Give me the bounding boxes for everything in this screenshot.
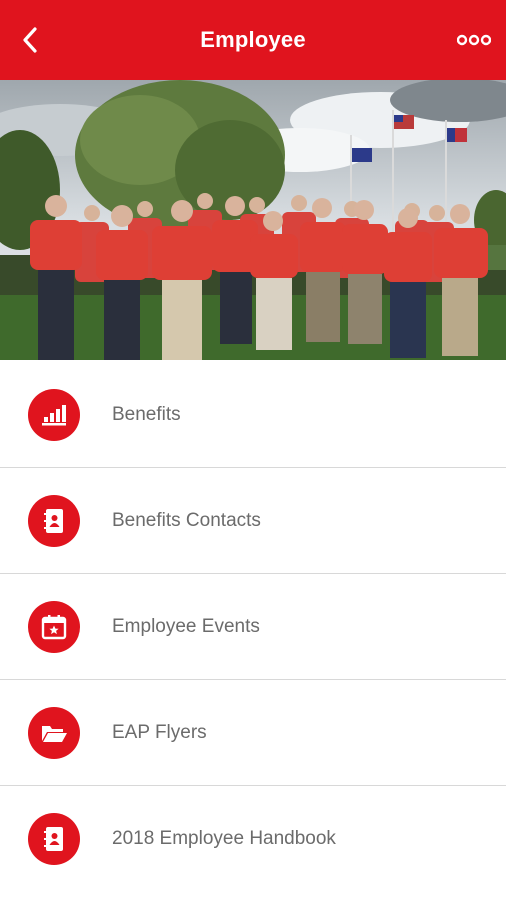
menu-item-label: Benefits Contacts [112, 509, 261, 531]
folder-open-icon [28, 706, 80, 759]
calendar-star-icon [28, 600, 80, 653]
chevron-left-icon [23, 27, 37, 53]
menu-item-label: 2018 Employee Handbook [112, 828, 336, 849]
menu-item-label: Benefits [112, 403, 181, 425]
menu-item-benefits-contacts[interactable]: Benefits Contacts [0, 468, 506, 574]
chart-bars-icon [28, 388, 80, 441]
more-dots-icon [457, 34, 491, 46]
contact-book-icon [28, 813, 80, 865]
page-title: Employee [200, 27, 306, 52]
employee-menu: Benefits Benefits Contacts Employee Even… [0, 362, 506, 892]
hero-photo [0, 80, 506, 360]
contact-book-icon [28, 494, 80, 547]
menu-item-employee-events[interactable]: Employee Events [0, 574, 506, 680]
menu-item-eap-flyers[interactable]: EAP Flyers [0, 680, 506, 786]
menu-item-label: EAP Flyers [112, 721, 207, 743]
back-button[interactable] [14, 24, 46, 56]
group-photo [0, 80, 506, 360]
more-options-button[interactable] [456, 28, 492, 52]
menu-item-employee-handbook[interactable]: 2018 Employee Handbook [0, 786, 506, 892]
menu-item-benefits[interactable]: Benefits [0, 362, 506, 468]
app-bar: Employee [0, 0, 506, 80]
menu-item-label: Employee Events [112, 615, 260, 637]
